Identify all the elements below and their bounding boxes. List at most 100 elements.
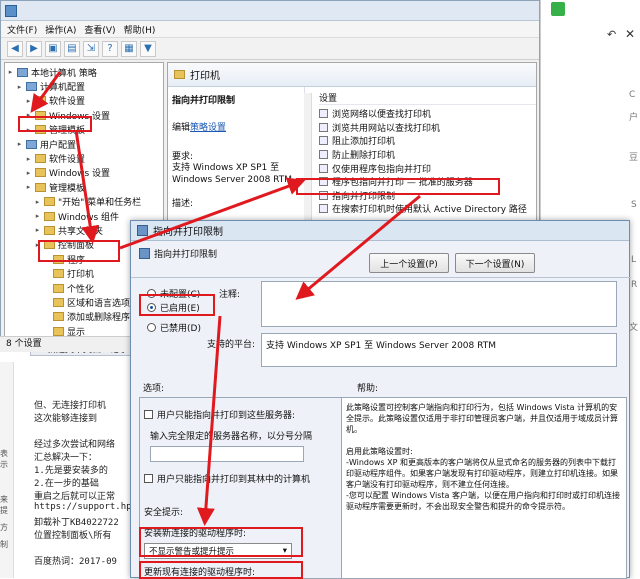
option-label: 用户只能指向并打印到这些服务器: xyxy=(157,408,295,421)
tree-item-label: Windows 设置 xyxy=(49,166,110,179)
folder-icon xyxy=(35,154,46,163)
expand-arrow-icon[interactable]: ▸ xyxy=(25,155,32,163)
details-header: 打印机 xyxy=(168,63,536,87)
expand-arrow-icon[interactable]: ▸ xyxy=(16,140,23,148)
policy-setting-icon xyxy=(319,164,328,173)
expand-arrow-icon[interactable]: ▸ xyxy=(25,97,32,105)
server-name-input[interactable] xyxy=(150,446,304,462)
support-box: 支持 Windows XP SP1 至 Windows Server 2008 … xyxy=(261,333,617,367)
toolbar: ◀ ▶ ▣ ▤ ⇲ ? ▦ ▼ xyxy=(1,38,539,60)
setting-row[interactable]: 仅使用程序包指向并打印 xyxy=(319,161,536,175)
tree-item[interactable]: ▸本地计算机 策略 xyxy=(7,65,163,79)
radio-circle[interactable] xyxy=(147,323,156,332)
title-bar xyxy=(1,1,539,21)
setting-row[interactable]: 浏览网络以便查找打印机 xyxy=(319,107,536,121)
folder-icon xyxy=(44,197,55,206)
radio-disabled[interactable]: 已禁用(D) xyxy=(147,321,201,334)
close-icon[interactable]: ✕ xyxy=(625,27,635,41)
tree-item[interactable]: ▸ 软件设置 xyxy=(7,151,163,165)
expand-arrow-icon[interactable]: ▸ xyxy=(16,83,23,91)
prev-setting-button[interactable]: 上一个设置(P) xyxy=(369,253,449,273)
folder-icon xyxy=(53,269,64,278)
setting-label: 阻止添加打印机 xyxy=(332,134,395,147)
expand-arrow-icon[interactable]: ▸ xyxy=(25,169,32,177)
setting-row[interactable]: 阻止添加打印机 xyxy=(319,134,536,148)
settings-column-header[interactable]: 设置 xyxy=(319,89,536,105)
dialog-title-bar: 指向并打印限制 xyxy=(131,221,629,241)
folder-icon xyxy=(53,298,64,307)
highlight-install-dropdown xyxy=(139,527,303,557)
properties-icon[interactable]: ▦ xyxy=(121,41,137,57)
setting-label: 防止删除打印机 xyxy=(332,148,395,161)
policy-settings-link[interactable]: 策略设置 xyxy=(190,123,226,133)
highlight-user-config xyxy=(18,116,92,132)
policy-setting-icon xyxy=(319,150,328,159)
menu-action[interactable]: 操作(A) xyxy=(45,23,76,36)
edge-char: R xyxy=(631,280,637,290)
help-icon[interactable]: ? xyxy=(102,41,118,57)
note-textarea[interactable] xyxy=(261,281,617,327)
policy-icon xyxy=(139,248,150,259)
menu-view[interactable]: 查看(V) xyxy=(84,23,115,36)
expand-arrow-icon[interactable]: ▸ xyxy=(7,68,14,76)
tree-item[interactable]: ▸ Windows 设置 xyxy=(7,166,163,180)
setting-row[interactable]: 浏览共用网站以查找打印机 xyxy=(319,121,536,135)
note-label: 注释: xyxy=(219,287,240,300)
policy-setting-icon xyxy=(319,123,328,132)
folder-icon xyxy=(44,212,55,221)
folder-icon xyxy=(35,168,46,177)
expand-arrow-icon[interactable]: ▸ xyxy=(34,212,41,220)
details-header-title: 打印机 xyxy=(190,67,220,82)
menu-file[interactable]: 文件(F) xyxy=(7,23,37,36)
tree-item-label: 软件设置 xyxy=(49,152,85,165)
edge-text: 表示 xyxy=(0,448,13,470)
setting-row[interactable]: 在搜索打印机时使用默认 Active Directory 路径 xyxy=(319,202,536,216)
folder-icon xyxy=(53,284,64,293)
checkbox-servers[interactable] xyxy=(144,410,153,419)
policy-setting-icon xyxy=(319,136,328,145)
highlight-printers xyxy=(38,240,120,262)
back-arrow-icon[interactable]: ↶ xyxy=(607,28,616,41)
filter-icon[interactable]: ▼ xyxy=(140,41,156,57)
tree-item[interactable]: ▸ "开始" 菜单和任务栏 xyxy=(7,195,163,209)
export-icon[interactable]: ⇲ xyxy=(83,41,99,57)
up-folder-icon[interactable]: ▣ xyxy=(45,41,61,57)
dialog-title: 指向并打印限制 xyxy=(153,223,223,238)
policy-setting-icon xyxy=(319,109,328,118)
tree-item[interactable]: ▸软件设置 xyxy=(7,94,163,108)
back-icon[interactable]: ◀ xyxy=(7,41,23,57)
computer-icon xyxy=(17,68,28,77)
desc-label: 描述: xyxy=(172,196,296,209)
tree-item-label: 区域和语言选项 xyxy=(67,296,130,309)
tree-item-label: 个性化 xyxy=(67,282,94,295)
app-icon xyxy=(551,2,565,16)
expand-arrow-icon[interactable]: ▸ xyxy=(25,183,32,191)
divider xyxy=(131,277,631,278)
forward-icon[interactable]: ▶ xyxy=(26,41,42,57)
expand-arrow-icon[interactable]: ▸ xyxy=(34,226,41,234)
highlight-policy-item xyxy=(296,178,500,195)
help-text: 此策略设置可控制客户端指向和打印行为，包括 Windows Vista 计算机的… xyxy=(341,397,627,579)
setting-label: 浏览网络以便查找打印机 xyxy=(332,107,431,120)
policy-icon xyxy=(137,225,148,236)
tree-item[interactable]: ▸ 管理模板 xyxy=(7,180,163,194)
folder-icon xyxy=(53,312,64,321)
help-label: 帮助: xyxy=(357,381,378,394)
show-tree-icon[interactable]: ▤ xyxy=(64,41,80,57)
checkbox-forest[interactable] xyxy=(144,474,153,483)
policy-icon xyxy=(5,5,17,17)
edge-char: C xyxy=(629,90,635,100)
support-label: 支持的平台: xyxy=(207,337,255,350)
folder-icon xyxy=(35,183,46,192)
tree-item-label: "开始" 菜单和任务栏 xyxy=(58,195,141,208)
next-setting-button[interactable]: 下一个设置(N) xyxy=(455,253,535,273)
tree-item[interactable]: ▸ 计算机配置 xyxy=(7,79,163,93)
edge-text: 方 xyxy=(0,522,13,533)
tree-item-label: 管理模板 xyxy=(49,181,85,194)
menu-help[interactable]: 帮助(H) xyxy=(124,23,156,36)
tree-item-label: 用户配置 xyxy=(40,138,76,151)
tree-item-label: 计算机配置 xyxy=(40,80,85,93)
expand-arrow-icon[interactable]: ▸ xyxy=(34,198,41,206)
setting-row[interactable]: 防止删除打印机 xyxy=(319,148,536,162)
tree-item[interactable]: ▸ 用户配置 xyxy=(7,137,163,151)
